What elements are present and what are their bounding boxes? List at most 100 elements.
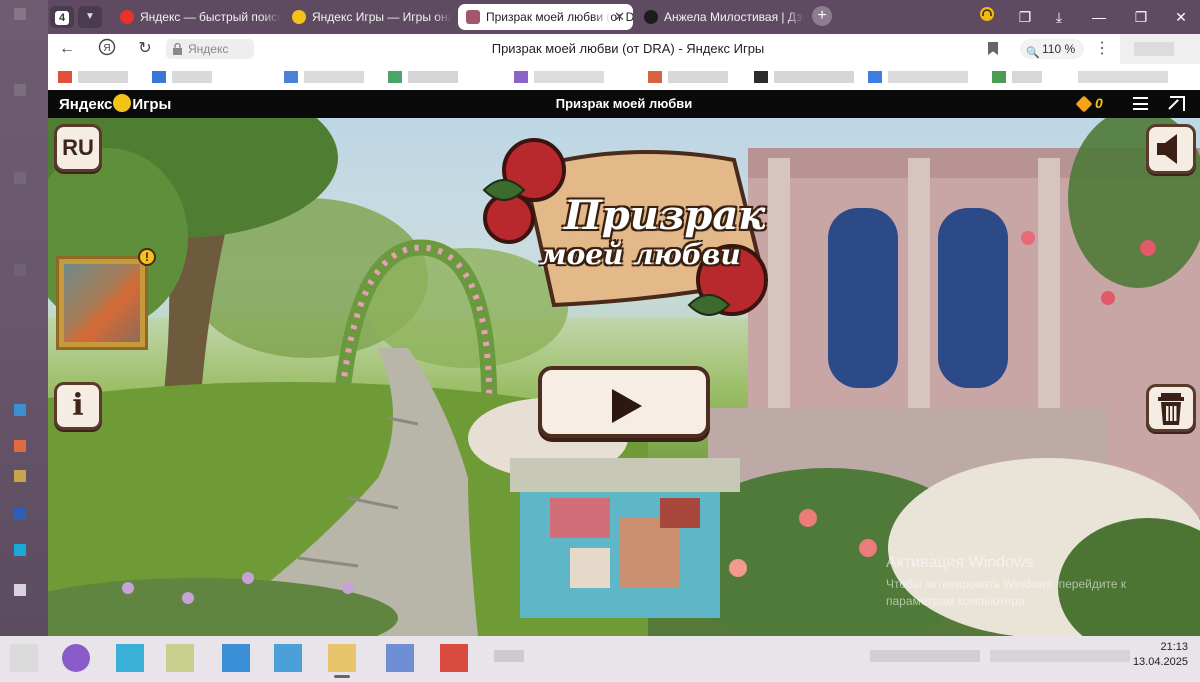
minimize-icon[interactable]: —: [1088, 6, 1110, 28]
close-icon[interactable]: ✕: [614, 4, 625, 30]
tab-fade: [786, 4, 804, 30]
collections-icon[interactable]: ❐: [1014, 6, 1036, 28]
bookmark-item[interactable]: [388, 71, 402, 83]
play-icon: [612, 389, 642, 423]
desktop-icon[interactable]: [14, 172, 26, 184]
bookmark-item[interactable]: [58, 71, 72, 83]
blurred-ad-banner[interactable]: [510, 458, 740, 618]
desktop-icon[interactable]: [14, 440, 26, 452]
bookmark-item[interactable]: [1012, 71, 1042, 83]
site-chip[interactable]: Яндекс: [166, 39, 254, 59]
taskbar-app-icon[interactable]: [116, 644, 144, 672]
address-bar: ← Я ↻ Яндекс Призрак моей любви (от DRA)…: [48, 34, 1120, 64]
tab-label: Яндекс — быстрый поиск: [140, 10, 280, 24]
browser-tabbar: 4 ▼ Яндекс — быстрый поиск Яндекс Игры —…: [48, 0, 1200, 34]
delete-button[interactable]: [1146, 384, 1196, 432]
desktop-icon[interactable]: [14, 508, 26, 520]
bookmark-item[interactable]: [888, 71, 968, 83]
logo-title-line1: Призрак: [564, 192, 766, 239]
clock-time[interactable]: 21:13: [1160, 641, 1188, 653]
bookmark-item[interactable]: [78, 71, 128, 83]
blurred-toolbar-extension[interactable]: [1120, 34, 1200, 64]
portrait-image: [64, 264, 140, 342]
tab-label: Анжела Милостивая | Дзен: [664, 10, 804, 24]
bookmark-item[interactable]: [754, 71, 768, 83]
desktop-left-strip: [0, 0, 48, 636]
lock-icon: [173, 43, 182, 55]
desktop-icon[interactable]: [14, 584, 26, 596]
bookmark-icon[interactable]: [988, 42, 998, 55]
chevron-down-icon[interactable]: ▼: [78, 6, 102, 28]
tab-fade: [262, 4, 280, 30]
tab-yandex-games[interactable]: Яндекс Игры — Игры онлайн: [284, 4, 452, 30]
play-button[interactable]: [538, 366, 710, 438]
more-icon[interactable]: ⋮: [1094, 38, 1110, 58]
desktop-icon[interactable]: [14, 404, 26, 416]
clock-date[interactable]: 13.04.2025: [1133, 656, 1188, 668]
tab-zen[interactable]: Анжела Милостивая | Дзен: [636, 4, 804, 30]
tray-icons[interactable]: [990, 650, 1130, 662]
zoom-indicator[interactable]: 🔍 110 %: [1020, 39, 1084, 59]
bookmark-item[interactable]: [284, 71, 298, 83]
game-scene[interactable]: Призрак моей любви RU ! i Активация Wind…: [48, 118, 1200, 636]
character-portrait[interactable]: [56, 256, 148, 350]
taskbar-app-icon[interactable]: [440, 644, 468, 672]
bookmark-item[interactable]: [304, 71, 364, 83]
tab-game-active[interactable]: Призрак моей любви (от DRA) ✕: [458, 4, 633, 30]
downloads-icon[interactable]: ⤓: [1048, 6, 1070, 28]
bookmark-item[interactable]: [668, 71, 728, 83]
taskbar-browser-icon[interactable]: [328, 644, 356, 678]
taskbar-app-icon[interactable]: [62, 644, 90, 672]
tab-counter-button[interactable]: 4: [50, 6, 74, 28]
bookmark-item[interactable]: [152, 71, 166, 83]
alert-badge: !: [138, 248, 156, 266]
bookmark-item[interactable]: [1078, 71, 1168, 83]
tab-fade: [593, 4, 611, 30]
bookmark-item[interactable]: [172, 71, 212, 83]
bookmark-item[interactable]: [868, 71, 882, 83]
taskbar-app-icon[interactable]: [166, 644, 194, 672]
info-button[interactable]: i: [54, 382, 102, 430]
back-arrow-icon[interactable]: ←: [56, 38, 78, 60]
desktop-icon[interactable]: [14, 8, 26, 20]
bookmark-item[interactable]: [534, 71, 604, 83]
close-window-icon[interactable]: ✕: [1170, 6, 1192, 28]
yandex-home-icon[interactable]: Я: [96, 38, 118, 60]
taskbar-app-icon[interactable]: [222, 644, 250, 672]
tab-yandex-search[interactable]: Яндекс — быстрый поиск: [112, 4, 280, 30]
desktop-icon[interactable]: [14, 264, 26, 276]
taskbar-app-icon[interactable]: [386, 644, 414, 672]
zoom-icon: 🔍: [1026, 47, 1040, 59]
bookmark-item[interactable]: [514, 71, 528, 83]
bookmark-item[interactable]: [774, 71, 854, 83]
yandex-games-icon: [292, 10, 306, 24]
zen-icon: [644, 10, 658, 24]
sound-button[interactable]: [1146, 124, 1196, 174]
new-tab-button[interactable]: +: [812, 6, 832, 26]
fullscreen-icon[interactable]: [1170, 96, 1185, 111]
menu-icon[interactable]: [1133, 97, 1148, 110]
game-logo: Призрак моей любви: [464, 130, 794, 320]
desktop-icon[interactable]: [14, 544, 26, 556]
language-button[interactable]: RU: [54, 124, 102, 172]
taskbar-app-icon[interactable]: [274, 644, 302, 672]
tray-icons[interactable]: [870, 650, 980, 662]
game-header: Яндекс Игры Призрак моей любви 0: [48, 90, 1200, 118]
start-icon[interactable]: [10, 644, 38, 672]
game-title: Призрак моей любви: [555, 96, 693, 111]
bookmark-item[interactable]: [992, 71, 1006, 83]
reload-icon[interactable]: ↻: [134, 38, 156, 60]
desktop-icon[interactable]: [14, 84, 26, 96]
yandex-icon: [120, 10, 134, 24]
zoom-value: 110 %: [1042, 42, 1076, 56]
coin-count: 0: [1095, 95, 1103, 111]
restore-icon[interactable]: ❐: [1130, 6, 1152, 28]
tray-item[interactable]: [494, 650, 524, 662]
bookmark-item[interactable]: [648, 71, 662, 83]
desktop-icon[interactable]: [14, 470, 26, 482]
headphones-icon[interactable]: [976, 6, 998, 28]
bookmark-item[interactable]: [408, 71, 458, 83]
taskbar: 21:13 13.04.2025: [0, 636, 1200, 682]
logo-title-line2: моей любви: [540, 238, 741, 271]
speaker-icon: [1157, 134, 1177, 164]
